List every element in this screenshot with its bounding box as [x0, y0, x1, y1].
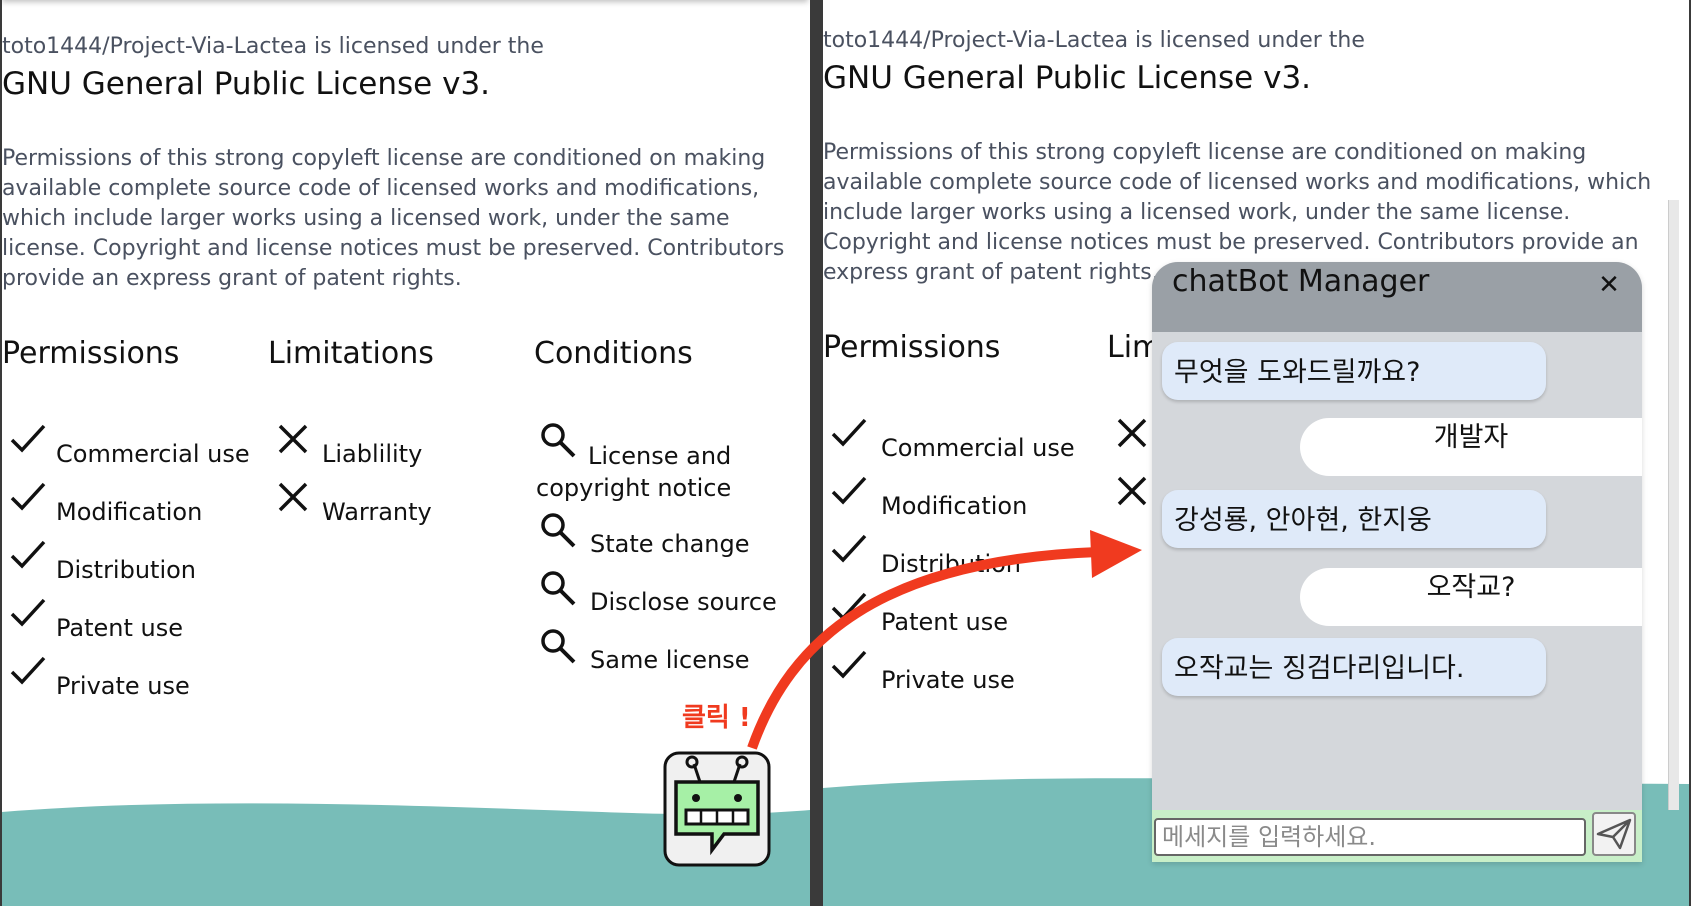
- bot-message: 강성룡, 안아현, 한지웅: [1162, 490, 1546, 548]
- conditions-heading: Conditions: [534, 336, 693, 371]
- check-icon: [829, 588, 869, 628]
- chatbot-launcher-button[interactable]: [662, 750, 772, 868]
- condition-label: Same license: [590, 646, 750, 674]
- permission-label: Modification: [881, 492, 1028, 520]
- message-text: 오작교는 징검다리입니다.: [1174, 653, 1465, 684]
- page-before-click: toto1444/Project-Via-Lactea is licensed …: [2, 0, 810, 906]
- permission-label: Patent use: [881, 608, 1009, 636]
- message-text: 개발자: [1433, 422, 1509, 453]
- permission-label: Modification: [56, 498, 203, 526]
- license-intro: toto1444/Project-Via-Lactea is licensed …: [823, 28, 1365, 53]
- license-name: GNU General Public License v3.: [823, 60, 1312, 96]
- permission-label: Distribution: [56, 556, 197, 584]
- check-icon: [8, 652, 48, 692]
- check-icon: [829, 472, 869, 512]
- condition-label: State change: [590, 530, 750, 558]
- chatbot-title: chatBot Manager: [1172, 264, 1430, 299]
- check-icon: [829, 530, 869, 570]
- magnifier-icon: [538, 626, 578, 666]
- license-intro: toto1444/Project-Via-Lactea is licensed …: [2, 34, 544, 59]
- page-scrollbar[interactable]: [1668, 200, 1679, 810]
- message-text: 강성룡, 안아현, 한지웅: [1174, 505, 1432, 536]
- limitation-label: Warranty: [322, 498, 432, 526]
- permissions-heading: Permissions: [2, 336, 180, 371]
- permission-label: Commercial use: [881, 434, 1075, 462]
- robot-icon: [663, 751, 771, 867]
- license-description: Permissions of this strong copyleft lice…: [2, 146, 785, 291]
- chatbot-window: chatBot Manager ✕ 무엇을 도와드릴까요? 개발자 강성룡, 안…: [1152, 262, 1642, 862]
- check-icon: [829, 414, 869, 454]
- check-icon: [829, 646, 869, 686]
- permission-label: Private use: [881, 666, 1015, 694]
- permission-label: Patent use: [56, 614, 184, 642]
- limitation-label: Liablility: [322, 440, 423, 468]
- check-icon: [8, 420, 48, 460]
- message-input[interactable]: [1154, 818, 1586, 856]
- user-message: 오작교?: [1300, 568, 1642, 626]
- x-icon: [274, 478, 314, 518]
- check-icon: [8, 536, 48, 576]
- chatbot-header: chatBot Manager ✕: [1152, 262, 1642, 332]
- check-icon: [8, 594, 48, 634]
- x-icon: [274, 420, 314, 460]
- limitations-heading: Limitations: [268, 336, 434, 371]
- paper-plane-icon: [1596, 818, 1632, 850]
- close-icon[interactable]: ✕: [1592, 268, 1626, 302]
- permission-label: Private use: [56, 672, 190, 700]
- send-button[interactable]: [1592, 812, 1636, 856]
- permission-label: Distribution: [881, 550, 1022, 578]
- message-text: 무엇을 도와드릴까요?: [1174, 357, 1421, 388]
- check-icon: [8, 478, 48, 518]
- condition-label: Disclose source: [590, 588, 777, 616]
- message-text: 오작교?: [1426, 572, 1516, 603]
- bot-message: 오작교는 징검다리입니다.: [1162, 638, 1546, 696]
- x-icon: [1113, 472, 1153, 512]
- chatbot-input-bar: [1152, 810, 1642, 862]
- bot-message: 무엇을 도와드릴까요?: [1162, 342, 1546, 400]
- license-name: GNU General Public License v3.: [2, 66, 491, 102]
- permission-label: Commercial use: [56, 440, 250, 468]
- permissions-heading: Permissions: [823, 330, 1001, 365]
- user-message: 개발자: [1300, 418, 1642, 476]
- x-icon: [1113, 414, 1153, 454]
- magnifier-icon: [538, 510, 578, 550]
- condition-label: License and copyright notice: [536, 442, 732, 502]
- click-annotation: 클릭 !: [682, 703, 751, 733]
- magnifier-icon: [538, 568, 578, 608]
